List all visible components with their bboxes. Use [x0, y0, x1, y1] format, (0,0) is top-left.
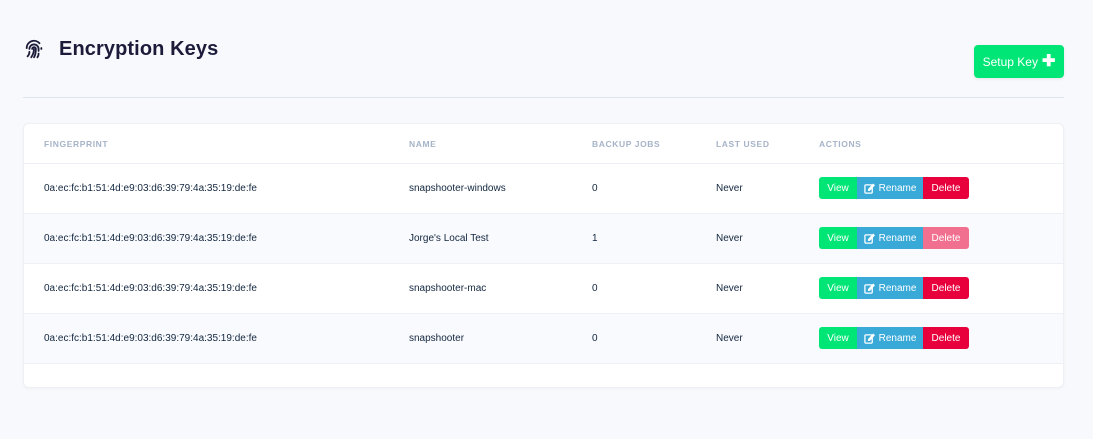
edit-icon — [863, 232, 875, 244]
view-button[interactable]: View — [819, 327, 857, 349]
backup-jobs-cell: 0 — [592, 333, 598, 344]
column-header-actions: ACTIONS — [819, 139, 862, 149]
backup-jobs-cell: 0 — [592, 183, 598, 194]
view-button[interactable]: View — [819, 277, 857, 299]
last-used-cell: Never — [716, 333, 743, 344]
table-header: FINGERPRINT NAME BACKUP JOBS LAST USED A… — [24, 124, 1063, 164]
edit-icon — [863, 282, 875, 294]
rename-label: Rename — [878, 232, 917, 244]
rename-button[interactable]: Rename — [857, 177, 923, 199]
row-actions: View Rename Delete — [819, 277, 969, 299]
table-row: 0a:ec:fc:b1:51:4d:e9:03:d6:39:79:4a:35:1… — [24, 264, 1063, 314]
page-title: Encryption Keys — [59, 38, 219, 60]
column-header-backup-jobs: BACKUP JOBS — [592, 139, 661, 149]
fingerprint-cell: 0a:ec:fc:b1:51:4d:e9:03:d6:39:79:4a:35:1… — [44, 283, 257, 294]
rename-button[interactable]: Rename — [857, 327, 923, 349]
fingerprint-cell: 0a:ec:fc:b1:51:4d:e9:03:d6:39:79:4a:35:1… — [44, 233, 257, 244]
table-row: 0a:ec:fc:b1:51:4d:e9:03:d6:39:79:4a:35:1… — [24, 164, 1063, 214]
rename-label: Rename — [878, 282, 917, 294]
view-button[interactable]: View — [819, 227, 857, 249]
delete-button[interactable]: Delete — [923, 327, 969, 349]
last-used-cell: Never — [716, 233, 743, 244]
row-actions: View Rename Delete — [819, 227, 969, 249]
backup-jobs-cell: 1 — [592, 233, 598, 244]
rename-label: Rename — [878, 332, 917, 344]
column-header-fingerprint: FINGERPRINT — [44, 139, 109, 149]
name-cell: snapshooter-windows — [409, 183, 506, 194]
name-cell: snapshooter-mac — [409, 283, 487, 294]
last-used-cell: Never — [716, 183, 743, 194]
row-actions: View Rename Delete — [819, 327, 969, 349]
column-header-last-used: LAST USED — [716, 139, 770, 149]
column-header-name: NAME — [409, 139, 437, 149]
fingerprint-cell: 0a:ec:fc:b1:51:4d:e9:03:d6:39:79:4a:35:1… — [44, 183, 257, 194]
delete-button-disabled: Delete — [923, 227, 969, 249]
view-button[interactable]: View — [819, 177, 857, 199]
rename-button[interactable]: Rename — [857, 277, 923, 299]
fingerprint-cell: 0a:ec:fc:b1:51:4d:e9:03:d6:39:79:4a:35:1… — [44, 333, 257, 344]
edit-icon — [863, 332, 875, 344]
name-cell: snapshooter — [409, 333, 465, 344]
row-actions: View Rename Delete — [819, 177, 969, 199]
plus-icon: ✚ — [1041, 52, 1056, 70]
delete-button[interactable]: Delete — [923, 277, 969, 299]
edit-icon — [863, 182, 875, 194]
delete-button[interactable]: Delete — [923, 177, 969, 199]
last-used-cell: Never — [716, 283, 743, 294]
fingerprint-icon — [25, 39, 43, 59]
rename-label: Rename — [878, 182, 917, 194]
setup-key-label: Setup Key — [982, 54, 1038, 69]
name-cell: Jorge's Local Test — [409, 233, 489, 244]
encryption-keys-table: FINGERPRINT NAME BACKUP JOBS LAST USED A… — [23, 123, 1064, 388]
page-header: Encryption Keys Setup Key ✚ — [23, 28, 1064, 98]
table-row: 0a:ec:fc:b1:51:4d:e9:03:d6:39:79:4a:35:1… — [24, 314, 1063, 364]
backup-jobs-cell: 0 — [592, 283, 598, 294]
table-row: 0a:ec:fc:b1:51:4d:e9:03:d6:39:79:4a:35:1… — [24, 214, 1063, 264]
setup-key-button[interactable]: Setup Key ✚ — [974, 45, 1064, 78]
rename-button[interactable]: Rename — [857, 227, 923, 249]
